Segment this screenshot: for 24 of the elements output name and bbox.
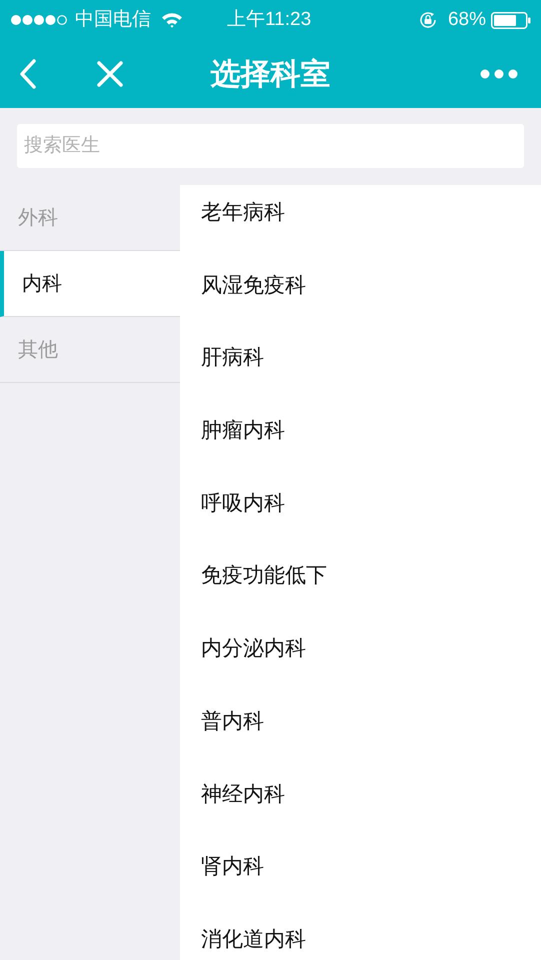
rotation-lock-icon <box>418 10 438 30</box>
department-item[interactable]: 内分泌内科 <box>201 637 306 660</box>
department-item[interactable]: 肿瘤内科 <box>201 419 285 442</box>
status-time: 上午11:23 <box>227 8 312 32</box>
department-item[interactable]: 呼吸内科 <box>201 492 285 515</box>
battery-percent: 68% <box>448 8 486 32</box>
wifi-icon <box>161 12 183 28</box>
department-item[interactable]: 免疫功能低下 <box>201 564 327 588</box>
department-item[interactable]: 风湿免疫科 <box>201 274 306 297</box>
carrier-name: 中国电信 <box>75 8 151 32</box>
department-item[interactable]: 神经内科 <box>201 782 285 806</box>
search-field[interactable]: 搜索医生 <box>17 124 524 168</box>
signal-icon <box>10 14 68 26</box>
more-icon <box>480 69 518 79</box>
back-icon <box>19 59 37 89</box>
department-item[interactable]: 消化道内科 <box>201 928 306 951</box>
department-item[interactable]: 肝病科 <box>201 346 264 370</box>
battery-icon <box>491 12 531 28</box>
department-item[interactable]: 普内科 <box>201 710 264 733</box>
department-item[interactable]: 肾内科 <box>201 855 264 878</box>
category-tab[interactable]: 内科 <box>0 251 180 317</box>
page-title: 选择科室 <box>210 56 330 92</box>
close-icon <box>96 60 124 88</box>
department-item[interactable]: 老年病科 <box>201 201 285 224</box>
